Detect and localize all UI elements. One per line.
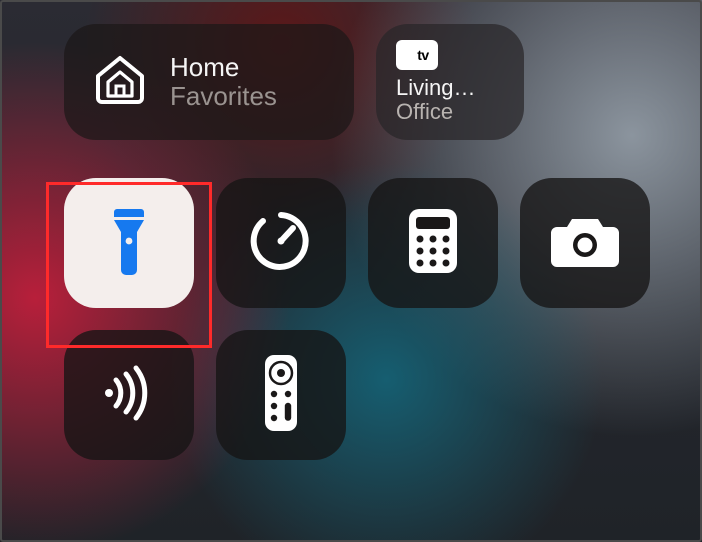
- camera-tile[interactable]: [520, 178, 650, 308]
- remote-tile[interactable]: [216, 330, 346, 460]
- home-tile[interactable]: Home Favorites: [64, 24, 354, 140]
- row-2: [64, 178, 676, 308]
- flashlight-tile[interactable]: [64, 178, 194, 308]
- home-icon: [92, 52, 148, 113]
- control-center-panel: Home Favorites tv Living… Office: [0, 0, 702, 542]
- home-tile-text: Home Favorites: [170, 53, 277, 110]
- apple-tv-badge-icon: tv: [396, 40, 438, 70]
- camera-icon: [549, 213, 621, 274]
- row-1: Home Favorites tv Living… Office: [64, 24, 676, 140]
- remote-icon: [264, 354, 298, 437]
- apple-tv-tile[interactable]: tv Living… Office: [376, 24, 524, 140]
- row-3: [64, 330, 676, 460]
- flashlight-icon: [103, 205, 155, 282]
- home-tile-subtitle: Favorites: [170, 82, 277, 111]
- apple-tv-line2: Office: [396, 100, 475, 124]
- nfc-icon: [96, 360, 162, 431]
- home-tile-title: Home: [170, 53, 277, 82]
- calculator-icon: [406, 207, 460, 280]
- timer-tile[interactable]: [216, 178, 346, 308]
- calculator-tile[interactable]: [368, 178, 498, 308]
- nfc-tile[interactable]: [64, 330, 194, 460]
- timer-icon: [247, 207, 315, 280]
- apple-tv-line1: Living…: [396, 76, 475, 100]
- apple-tv-tile-text: Living… Office: [396, 76, 475, 124]
